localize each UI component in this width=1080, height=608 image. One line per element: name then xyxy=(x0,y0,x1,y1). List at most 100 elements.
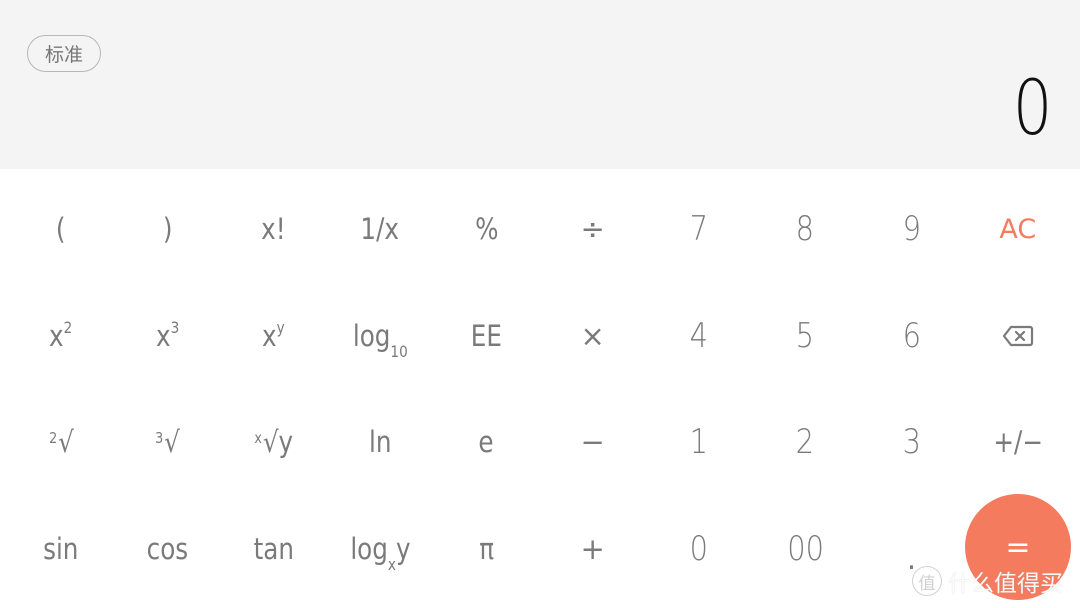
key-factorial[interactable]: x! xyxy=(221,176,327,283)
key-label: x√y xyxy=(254,425,293,459)
key-label: = xyxy=(1005,529,1031,565)
subscript-text: x xyxy=(387,554,396,574)
key-all-clear[interactable]: AC xyxy=(965,176,1071,283)
key-negate[interactable]: +/− xyxy=(965,389,1071,496)
display-area: 标准 0 xyxy=(0,0,1080,169)
key-log10[interactable]: log10 xyxy=(327,283,433,390)
key-label: sin xyxy=(43,531,79,566)
key-cos[interactable]: cos xyxy=(114,496,220,603)
key-9[interactable]: 9 xyxy=(858,176,964,283)
keypad: ( ) x! 1/x % ÷ 7 8 9 AC x2 x3 xy log10 E… xyxy=(0,176,1080,608)
key-label: x2 xyxy=(50,319,73,353)
key-label: % xyxy=(474,212,499,247)
key-label: 9 xyxy=(902,209,921,250)
key-label: AC xyxy=(999,213,1037,245)
key-cube-root[interactable]: 3√ xyxy=(114,389,220,496)
key-label: cos xyxy=(146,531,189,566)
key-decimal[interactable]: . xyxy=(858,496,964,603)
key-left-paren[interactable]: ( xyxy=(8,176,114,283)
root-index: 3 xyxy=(155,429,164,448)
key-label: 1/x xyxy=(360,212,400,247)
root-symbol: √ xyxy=(57,425,74,460)
subscript-text: 10 xyxy=(390,341,408,361)
key-label: 3 xyxy=(902,422,921,463)
key-label: 1 xyxy=(689,422,709,463)
key-sin[interactable]: sin xyxy=(8,496,114,603)
key-label: 4 xyxy=(689,315,709,356)
key-reciprocal[interactable]: 1/x xyxy=(327,176,433,283)
key-ee[interactable]: EE xyxy=(433,283,539,390)
key-label: ) xyxy=(162,212,173,247)
base-text: log xyxy=(352,318,391,353)
key-label: log10 xyxy=(352,318,408,359)
root-symbol: √y xyxy=(262,425,294,460)
key-label: ln xyxy=(368,425,392,460)
tail-text: y xyxy=(395,531,411,566)
key-right-paren[interactable]: ) xyxy=(114,176,220,283)
key-label: x3 xyxy=(156,319,179,353)
key-label: 6 xyxy=(902,315,921,356)
key-square[interactable]: x2 xyxy=(8,283,114,390)
key-e[interactable]: e xyxy=(433,389,539,496)
key-label: ( xyxy=(56,212,66,247)
key-label: 5 xyxy=(796,315,815,356)
key-label: ÷ xyxy=(580,212,605,247)
key-equals[interactable]: = xyxy=(965,494,1071,600)
key-minus[interactable]: − xyxy=(539,389,645,496)
key-label: 7 xyxy=(689,209,709,250)
base-text: x xyxy=(262,318,278,353)
key-6[interactable]: 6 xyxy=(858,283,964,390)
key-label: xy xyxy=(262,319,285,353)
key-3[interactable]: 3 xyxy=(858,389,964,496)
key-1[interactable]: 1 xyxy=(646,389,752,496)
root-symbol: √ xyxy=(164,425,180,460)
key-label: x! xyxy=(261,212,286,247)
key-percent[interactable]: % xyxy=(433,176,539,283)
key-label: × xyxy=(580,318,605,353)
key-square-root[interactable]: 2√ xyxy=(8,389,114,496)
key-divide[interactable]: ÷ xyxy=(539,176,645,283)
key-label: EE xyxy=(470,318,502,353)
key-label: − xyxy=(580,425,605,460)
key-label: logxy xyxy=(349,531,411,572)
exponent-text: y xyxy=(277,318,286,338)
key-0[interactable]: 0 xyxy=(646,496,752,603)
key-7[interactable]: 7 xyxy=(646,176,752,283)
key-label: 3√ xyxy=(155,425,180,459)
key-label: tan xyxy=(253,531,294,566)
key-label: π xyxy=(478,531,494,566)
key-label: e xyxy=(478,425,494,460)
key-nth-root[interactable]: x√y xyxy=(221,389,327,496)
key-ln[interactable]: ln xyxy=(327,389,433,496)
key-log-base-x[interactable]: logxy xyxy=(327,496,433,603)
key-label: 00 xyxy=(786,528,824,569)
key-label: 0 xyxy=(689,528,709,569)
key-plus[interactable]: + xyxy=(539,496,645,603)
key-tan[interactable]: tan xyxy=(221,496,327,603)
key-backspace[interactable] xyxy=(965,283,1071,390)
key-cube[interactable]: x3 xyxy=(114,283,220,390)
key-label: . xyxy=(906,541,917,576)
base-text: log xyxy=(349,531,388,566)
key-8[interactable]: 8 xyxy=(752,176,858,283)
key-4[interactable]: 4 xyxy=(646,283,752,390)
key-5[interactable]: 5 xyxy=(752,283,858,390)
key-label: 8 xyxy=(796,209,815,250)
key-multiply[interactable]: × xyxy=(539,283,645,390)
base-text: x xyxy=(49,318,65,353)
key-power[interactable]: xy xyxy=(221,283,327,390)
key-00[interactable]: 00 xyxy=(752,496,858,603)
key-label: 2√ xyxy=(49,425,74,459)
backspace-icon xyxy=(1002,325,1033,346)
exponent-text: 3 xyxy=(170,318,180,338)
mode-toggle-button[interactable]: 标准 xyxy=(27,35,101,72)
root-index: x xyxy=(254,429,262,448)
key-label: +/− xyxy=(993,425,1043,460)
key-2[interactable]: 2 xyxy=(752,389,858,496)
root-index: 2 xyxy=(48,429,57,448)
key-pi[interactable]: π xyxy=(433,496,539,603)
key-label: 2 xyxy=(796,422,815,463)
display-value: 0 xyxy=(1012,63,1052,152)
base-text: x xyxy=(155,318,171,353)
key-label: + xyxy=(580,531,605,566)
